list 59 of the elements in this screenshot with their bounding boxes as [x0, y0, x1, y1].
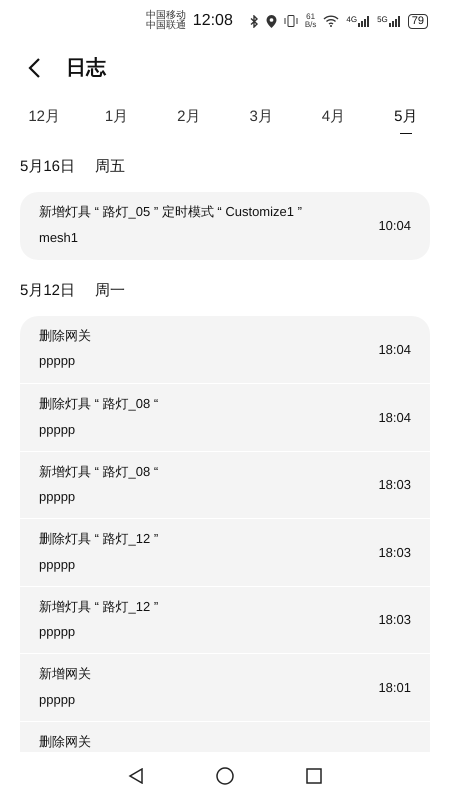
entry-subtitle: ppppp: [39, 488, 76, 506]
entry-title: 新增灯具 “ 路灯_08 “: [39, 462, 158, 481]
entry-title: 新增网关: [39, 665, 91, 683]
signal-icon: [388, 16, 401, 26]
entry-time: 18:04: [378, 408, 411, 426]
weekday-label: 周一: [95, 280, 126, 300]
speed-unit: B/s: [304, 21, 316, 29]
month-tab[interactable]: 12月: [16, 106, 72, 138]
carrier-name: 中国移动: [146, 11, 186, 21]
wifi-icon: [323, 15, 340, 27]
entry-title: 删除网关: [39, 326, 91, 344]
entry-subtitle: ppppp: [39, 690, 76, 709]
entry-subtitle: ppppp: [39, 420, 76, 439]
month-tab[interactable]: 1月: [88, 106, 144, 138]
month-tab[interactable]: 4月: [305, 106, 362, 138]
entry-time: 18:03: [378, 611, 411, 629]
date-heading: 5月16日: [20, 157, 76, 177]
log-entry[interactable]: 删除网关: [20, 720, 430, 752]
clock: 12:08: [192, 11, 233, 31]
entry-title: 删除灯具 “ 路灯_12 ”: [39, 530, 158, 548]
entry-time: 18:03: [378, 544, 411, 562]
weekday-label: 周五: [95, 157, 126, 177]
back-nav-icon[interactable]: [128, 768, 144, 784]
entry-title: 删除灯具 “ 路灯_08 “: [39, 395, 158, 413]
month-tab[interactable]: 5月: [378, 106, 434, 138]
page-title: 日志: [66, 56, 106, 81]
entry-subtitle: ppppp: [39, 623, 76, 641]
signal-icon: [358, 16, 370, 26]
recents-nav-icon[interactable]: [306, 768, 322, 784]
log-entry[interactable]: 新增灯具 “ 路灯_08 “ ppppp 18:03: [20, 450, 430, 518]
entry-time: 18:01: [378, 678, 411, 696]
entry-title: 新增灯具 “ 路灯_05 ” 定时模式 “ Customize1 ”: [39, 203, 302, 221]
network-type: 4G: [346, 16, 358, 24]
entry-time: 10:04: [378, 217, 411, 235]
carrier-name: 中国联通: [146, 21, 186, 31]
location-icon: [266, 14, 277, 28]
network-type: 5G: [377, 16, 388, 24]
entry-time: 18:04: [378, 340, 411, 358]
entry-title: 新增灯具 “ 路灯_12 ”: [39, 598, 158, 616]
back-icon: [28, 57, 40, 79]
entry-subtitle: ppppp: [39, 556, 76, 574]
log-entry[interactable]: 新增灯具 “ 路灯_05 ” 定时模式 “ Customize1 ” mesh1 10:04: [20, 192, 430, 260]
month-tab[interactable]: 2月: [160, 106, 217, 138]
entry-subtitle: ppppp: [39, 352, 76, 370]
bluetooth-icon: [250, 14, 259, 28]
month-tab[interactable]: 3月: [233, 106, 290, 138]
vibrate-icon: [284, 15, 298, 27]
home-nav-icon[interactable]: [216, 767, 234, 785]
entry-title: 删除网关: [39, 732, 91, 750]
log-entry[interactable]: 删除灯具 “ 路灯_12 ” ppppp 18:03: [20, 518, 430, 586]
date-heading: 5月12日: [20, 280, 76, 300]
entry-subtitle: mesh1: [39, 228, 80, 246]
entry-time: 18:03: [378, 476, 411, 494]
log-entry[interactable]: 删除灯具 “ 路灯_08 “ ppppp 18:04: [20, 383, 430, 450]
log-entry[interactable]: 删除网关 ppppp 18:04: [20, 316, 430, 383]
log-entry[interactable]: 新增灯具 “ 路灯_12 ” ppppp 18:03: [20, 586, 430, 653]
log-entry[interactable]: 新增网关 ppppp 18:01: [20, 653, 430, 720]
speed-value: 61: [306, 13, 316, 21]
battery-level: 79: [408, 14, 428, 28]
